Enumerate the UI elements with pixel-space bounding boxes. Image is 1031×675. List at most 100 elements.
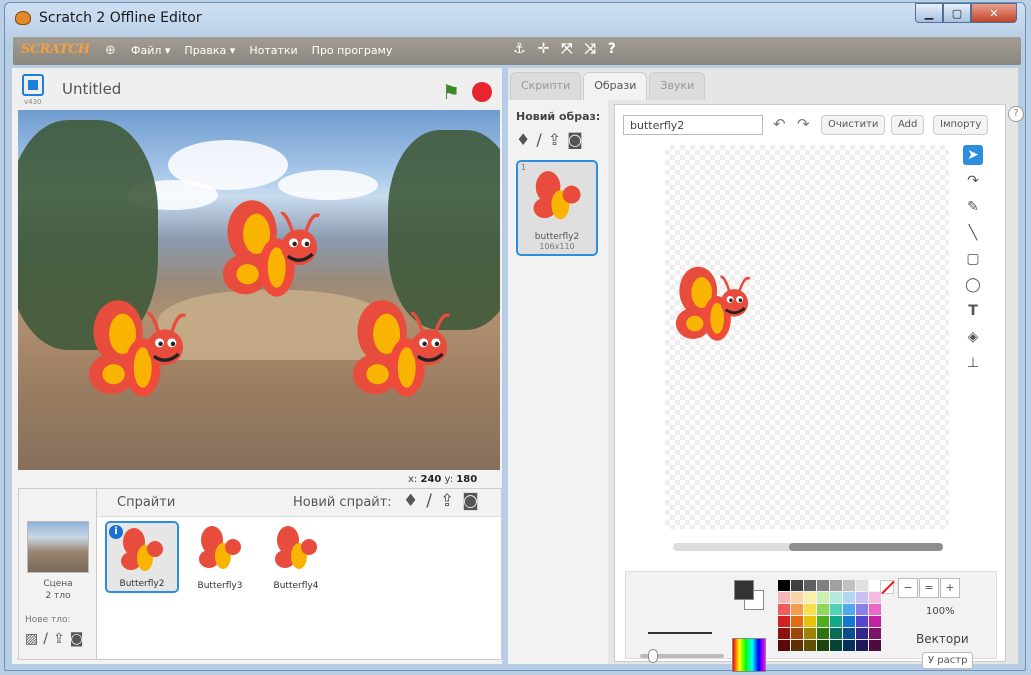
paint-sprite-icon[interactable]: /: [426, 491, 432, 511]
color-swatch[interactable]: [778, 628, 790, 639]
color-swatch[interactable]: [869, 604, 881, 615]
color-swatch[interactable]: [817, 592, 829, 603]
butterfly-sprite[interactable]: [214, 198, 326, 310]
paint-backdrop-icon[interactable]: /: [43, 631, 48, 647]
tab-costumes[interactable]: Образи: [583, 72, 648, 100]
color-swatch[interactable]: [869, 628, 881, 639]
stop-icon[interactable]: [472, 82, 492, 102]
color-swatch[interactable]: [791, 580, 803, 591]
color-swatch[interactable]: [804, 628, 816, 639]
costume-drawing[interactable]: [669, 263, 755, 353]
color-swatch[interactable]: [791, 628, 803, 639]
help-icon[interactable]: ?: [608, 41, 616, 57]
color-swatch[interactable]: [830, 616, 842, 627]
tab-scripts[interactable]: Скрипти: [510, 72, 582, 100]
color-swatch[interactable]: [843, 592, 855, 603]
color-swatch[interactable]: [830, 604, 842, 615]
color-swatch[interactable]: [856, 580, 868, 591]
color-swatch[interactable]: [791, 616, 803, 627]
color-swatch[interactable]: [843, 580, 855, 591]
shrink-icon[interactable]: ⤨: [585, 41, 596, 57]
color-swatch[interactable]: [869, 640, 881, 651]
redo-icon[interactable]: ↷: [797, 115, 810, 133]
costume-name-input[interactable]: [623, 115, 763, 135]
fullscreen-icon[interactable]: [22, 74, 44, 96]
color-swatch[interactable]: [817, 628, 829, 639]
info-icon[interactable]: i: [109, 525, 123, 539]
undo-icon[interactable]: ↶: [773, 115, 786, 133]
delete-icon[interactable]: ✛: [538, 41, 550, 57]
rectangle-icon[interactable]: ▢: [963, 249, 983, 269]
project-title[interactable]: Untitled: [56, 78, 316, 100]
color-swatch[interactable]: [791, 604, 803, 615]
color-swatch[interactable]: [830, 580, 842, 591]
paint-canvas[interactable]: [665, 145, 949, 529]
color-swatch[interactable]: [778, 604, 790, 615]
color-swatch[interactable]: [778, 616, 790, 627]
color-swatch[interactable]: [856, 616, 868, 627]
color-swatch[interactable]: [843, 616, 855, 627]
zoom-reset-icon[interactable]: =: [919, 578, 939, 598]
scrollbar-thumb[interactable]: [789, 543, 943, 551]
import-button[interactable]: Імпорту: [933, 115, 989, 135]
upload-costume-icon[interactable]: ⇪: [548, 130, 561, 149]
color-swatch[interactable]: [856, 628, 868, 639]
color-swatch[interactable]: [843, 604, 855, 615]
color-swatch[interactable]: [778, 592, 790, 603]
color-swatch[interactable]: [804, 592, 816, 603]
color-swatch[interactable]: [843, 640, 855, 651]
sprite-tile[interactable]: i Butterfly2: [105, 521, 179, 593]
fill-icon[interactable]: ◈: [963, 327, 983, 347]
help-icon[interactable]: ?: [1008, 106, 1024, 122]
zoom-out-icon[interactable]: −: [898, 578, 918, 598]
clear-button[interactable]: Очистити: [821, 115, 886, 135]
color-swatch[interactable]: [856, 640, 868, 651]
color-swatch[interactable]: [830, 628, 842, 639]
backdrop-library-icon[interactable]: ▨: [25, 631, 38, 647]
pencil-icon[interactable]: ✎: [963, 197, 983, 217]
close-icon[interactable]: ✕: [971, 3, 1017, 23]
color-swatch[interactable]: [804, 616, 816, 627]
color-swatch[interactable]: [817, 580, 829, 591]
color-swatch[interactable]: [804, 604, 816, 615]
sprite-library-icon[interactable]: ♦: [403, 491, 418, 511]
butterfly-sprite[interactable]: [80, 298, 192, 410]
color-swatch[interactable]: [856, 592, 868, 603]
butterfly-sprite[interactable]: [344, 298, 456, 410]
color-swatch[interactable]: [791, 592, 803, 603]
horizontal-scrollbar[interactable]: [673, 543, 943, 551]
color-swatch[interactable]: [817, 640, 829, 651]
transparent-color-swatch[interactable]: [880, 580, 894, 594]
camera-costume-icon[interactable]: ◙: [567, 130, 583, 149]
tab-sounds[interactable]: Звуки: [649, 72, 706, 100]
reshape-icon[interactable]: ↷: [963, 171, 983, 191]
select-icon[interactable]: ➤: [963, 145, 983, 165]
menu-file[interactable]: Файл ▾: [131, 44, 170, 57]
line-icon[interactable]: ╲: [963, 223, 983, 243]
paint-costume-icon[interactable]: /: [536, 130, 541, 149]
sprite-tile[interactable]: Butterfly4: [259, 521, 333, 593]
line-width-slider[interactable]: [640, 649, 724, 663]
menu-edit[interactable]: Правка ▾: [184, 44, 235, 57]
color-swatch[interactable]: [843, 628, 855, 639]
primary-color-swatch[interactable]: [734, 580, 754, 600]
stage[interactable]: [18, 110, 500, 470]
color-swatch[interactable]: [817, 616, 829, 627]
upload-backdrop-icon[interactable]: ⇪: [53, 631, 65, 647]
zoom-in-icon[interactable]: +: [940, 578, 960, 598]
color-swatch[interactable]: [830, 592, 842, 603]
color-swatch[interactable]: [778, 580, 790, 591]
costume-library-icon[interactable]: ♦: [516, 130, 530, 149]
color-swatch[interactable]: [817, 604, 829, 615]
color-spectrum-picker[interactable]: [732, 638, 766, 672]
convert-to-bitmap-button[interactable]: У растр: [922, 652, 974, 669]
duplicate-icon[interactable]: ⚓: [513, 41, 526, 57]
maximize-icon[interactable]: ▢: [943, 3, 971, 23]
add-button[interactable]: Add: [891, 115, 925, 135]
color-swatch[interactable]: [804, 580, 816, 591]
grow-icon[interactable]: ⤧: [561, 41, 572, 57]
upload-sprite-icon[interactable]: ⇪: [440, 491, 454, 511]
minimize-icon[interactable]: ▁: [915, 3, 943, 23]
camera-sprite-icon[interactable]: ◙: [462, 491, 479, 511]
stamp-icon[interactable]: ⊥: [963, 353, 983, 373]
